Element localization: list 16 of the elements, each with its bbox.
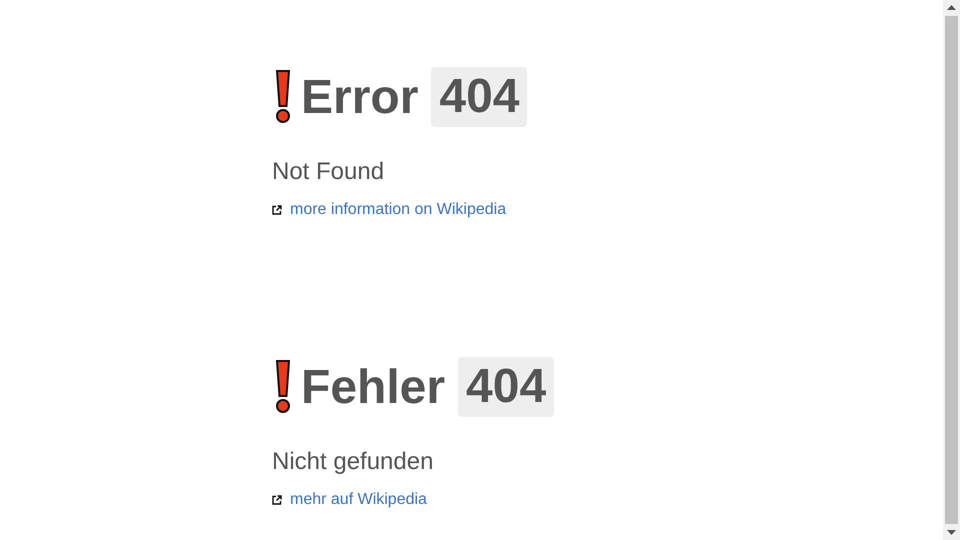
wikipedia-link[interactable]: mehr auf Wikipedia	[290, 490, 427, 510]
exclamation-icon	[275, 70, 291, 124]
scroll-down-icon[interactable]	[947, 530, 956, 535]
external-link-icon	[272, 205, 282, 215]
scroll-thumb[interactable]	[945, 16, 958, 524]
exclamation-icon	[275, 360, 291, 414]
external-link-icon	[272, 495, 282, 505]
error-code: 404	[431, 67, 528, 127]
error-code: 404	[458, 357, 554, 417]
error-title: Error	[301, 70, 418, 124]
error-message: Not Found	[272, 157, 386, 187]
error-message: Nicht gefunden	[272, 447, 434, 477]
error-title: Fehler	[301, 360, 446, 414]
scrollbar[interactable]	[943, 0, 960, 540]
scroll-up-icon[interactable]	[947, 5, 956, 10]
wikipedia-link[interactable]: more information on Wikipedia	[290, 200, 506, 220]
